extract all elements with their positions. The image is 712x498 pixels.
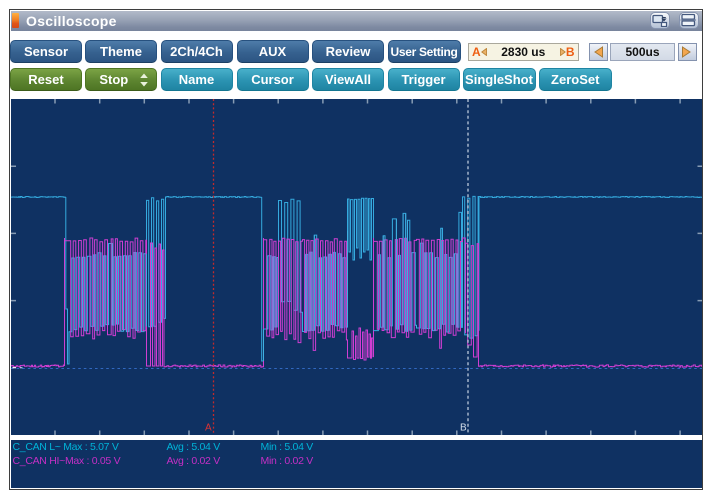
svg-text:A: A bbox=[205, 423, 212, 434]
svg-text:B: B bbox=[460, 423, 467, 434]
